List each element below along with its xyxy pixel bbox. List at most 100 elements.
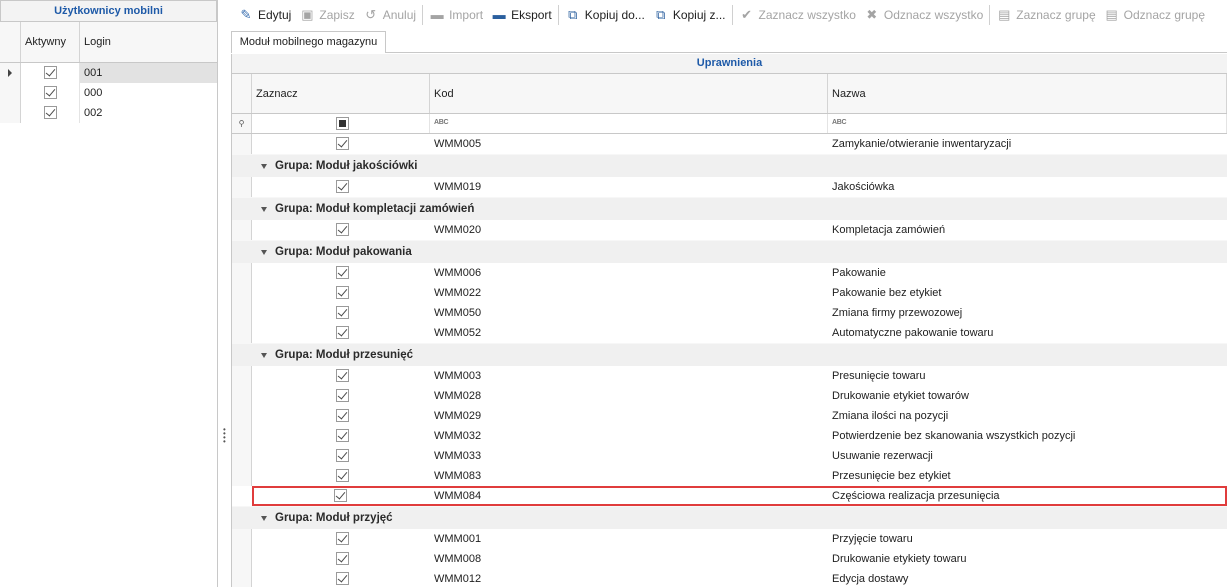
collapse-triangle-icon[interactable] — [261, 515, 267, 521]
copy-to-button[interactable]: ⧉ Kopiuj do... — [561, 2, 649, 28]
panel-splitter[interactable]: • • • • — [218, 0, 231, 587]
permission-checkbox[interactable] — [336, 532, 349, 545]
permission-row[interactable]: WMM006 Pakowanie — [232, 263, 1227, 283]
select-cell — [252, 263, 430, 283]
permission-row[interactable]: WMM033 Usuwanie rezerwacji — [232, 446, 1227, 466]
toolbar-separator — [989, 5, 991, 25]
active-checkbox[interactable] — [44, 106, 57, 119]
filter-name-cell[interactable]: ABC — [828, 114, 1227, 133]
clipboard-check-icon: ▤ — [998, 7, 1011, 22]
column-header-code[interactable]: Kod — [430, 74, 828, 113]
permission-checkbox[interactable] — [336, 429, 349, 442]
column-header-active[interactable]: Aktywny — [21, 22, 80, 62]
copy-from-button[interactable]: ⧉ Kopiuj z... — [649, 2, 730, 28]
active-checkbox[interactable] — [44, 66, 57, 79]
collapse-triangle-icon[interactable] — [261, 163, 267, 169]
active-checkbox[interactable] — [44, 86, 57, 99]
cancel-button[interactable]: ↺ Anuluj — [359, 2, 420, 28]
permission-checkbox[interactable] — [336, 180, 349, 193]
deselect-group-button[interactable]: ▤ Odznacz grupę — [1100, 2, 1209, 28]
copy-to-label: Kopiuj do... — [584, 8, 645, 22]
edit-button[interactable]: ✎ Edytuj — [234, 2, 295, 28]
permission-checkbox[interactable] — [336, 326, 349, 339]
permission-code: WMM032 — [434, 430, 482, 442]
permission-checkbox[interactable] — [336, 552, 349, 565]
permission-row[interactable]: WMM020 Kompletacja zamówień — [232, 220, 1227, 240]
collapse-triangle-icon[interactable] — [261, 249, 267, 255]
row-indicator — [0, 63, 21, 83]
export-button[interactable]: ▬ Eksport — [487, 2, 556, 28]
select-cell — [252, 177, 430, 197]
permission-row[interactable]: WMM012 Edycja dostawy — [232, 569, 1227, 587]
user-row[interactable]: 000 — [0, 83, 217, 103]
permission-checkbox[interactable] — [336, 306, 349, 319]
row-indicator — [232, 569, 252, 587]
permission-row[interactable]: WMM001 Przyjęcie towaru — [232, 529, 1227, 549]
permission-row[interactable]: WMM028 Drukowanie etykiet towarów — [232, 386, 1227, 406]
save-button[interactable]: ▣ Zapisz — [295, 2, 358, 28]
select-cell — [252, 466, 430, 486]
filter-row: ⚲ ABC ABC — [232, 114, 1227, 134]
group-header[interactable]: Grupa: Moduł kompletacji zamówień — [232, 197, 1227, 220]
user-row[interactable]: 001 — [0, 63, 217, 83]
permission-checkbox[interactable] — [336, 389, 349, 402]
tab-mobile-warehouse-module[interactable]: Moduł mobilnego magazynu — [231, 31, 386, 53]
permission-checkbox[interactable] — [336, 369, 349, 382]
toolbar-separator — [731, 5, 733, 25]
permission-name: Usuwanie rezerwacji — [832, 450, 933, 462]
permission-row[interactable]: WMM050 Zmiana firmy przewozowej — [232, 303, 1227, 323]
row-indicator — [232, 303, 252, 323]
group-header[interactable]: Grupa: Moduł przesunięć — [232, 343, 1227, 366]
row-indicator — [232, 386, 252, 406]
permission-checkbox[interactable] — [336, 137, 349, 150]
permission-row[interactable]: WMM003 Presunięcie towaru — [232, 366, 1227, 386]
permission-checkbox[interactable] — [336, 449, 349, 462]
user-row[interactable]: 002 — [0, 103, 217, 123]
permission-row[interactable]: WMM029 Zmiana ilości na pozycji — [232, 406, 1227, 426]
cancel-label: Anuluj — [382, 8, 417, 22]
select-all-button[interactable]: ✔ Zaznacz wszystko — [735, 2, 860, 28]
filter-select-checkbox[interactable] — [336, 117, 349, 130]
permission-checkbox[interactable] — [336, 266, 349, 279]
group-header[interactable]: Grupa: Moduł przyjęć — [232, 506, 1227, 529]
permission-name: Drukowanie etykiety towaru — [832, 553, 967, 565]
text-filter-icon: ABC — [832, 119, 847, 126]
permission-checkbox[interactable] — [334, 489, 347, 502]
group-header[interactable]: Grupa: Moduł jakościówki — [232, 154, 1227, 177]
deselect-group-label: Odznacz grupę — [1123, 8, 1206, 22]
collapse-triangle-icon[interactable] — [261, 352, 267, 358]
column-header-select[interactable]: Zaznacz — [252, 74, 430, 113]
deselect-all-button[interactable]: ✖ Odznacz wszystko — [860, 2, 987, 28]
permission-row[interactable]: WMM005 Zamykanie/otwieranie inwentaryzacj… — [232, 134, 1227, 154]
group-header[interactable]: Grupa: Moduł pakowania — [232, 240, 1227, 263]
row-indicator — [232, 323, 252, 343]
select-all-label: Zaznacz wszystko — [758, 8, 856, 22]
permission-checkbox[interactable] — [336, 572, 349, 585]
permission-row[interactable]: WMM022 Pakowanie bez etykiet — [232, 283, 1227, 303]
permission-name: Presunięcie towaru — [832, 370, 926, 382]
permission-row[interactable]: WMM052 Automatyczne pakowanie towaru — [232, 323, 1227, 343]
column-header-name[interactable]: Nazwa — [828, 74, 1227, 113]
column-header-login[interactable]: Login — [80, 22, 217, 62]
select-group-label: Zaznacz grupę — [1016, 8, 1096, 22]
permission-checkbox[interactable] — [336, 469, 349, 482]
permission-checkbox[interactable] — [336, 409, 349, 422]
permission-row[interactable]: WMM019 Jakościówka — [232, 177, 1227, 197]
user-login: 002 — [84, 107, 103, 119]
permission-code: WMM033 — [434, 450, 482, 462]
permission-code: WMM083 — [434, 470, 482, 482]
permission-checkbox[interactable] — [336, 286, 349, 299]
permission-checkbox[interactable] — [336, 223, 349, 236]
permission-row[interactable]: WMM084 Częściowa realizacja przesunięcia — [252, 486, 1227, 506]
permission-code: WMM022 — [434, 287, 482, 299]
collapse-triangle-icon[interactable] — [261, 206, 267, 212]
toolbar-separator — [422, 5, 424, 25]
filter-code-cell[interactable]: ABC — [430, 114, 828, 133]
permission-row[interactable]: WMM083 Przesunięcie bez etykiet — [232, 466, 1227, 486]
select-group-button[interactable]: ▤ Zaznacz grupę — [992, 2, 1099, 28]
permission-row[interactable]: WMM008 Drukowanie etykiety towaru — [232, 549, 1227, 569]
import-button[interactable]: ▬ Import — [425, 2, 487, 28]
save-label: Zapisz — [319, 8, 355, 22]
permission-row[interactable]: WMM032 Potwierdzenie bez skanowania wszys… — [232, 426, 1227, 446]
select-cell — [252, 283, 430, 303]
